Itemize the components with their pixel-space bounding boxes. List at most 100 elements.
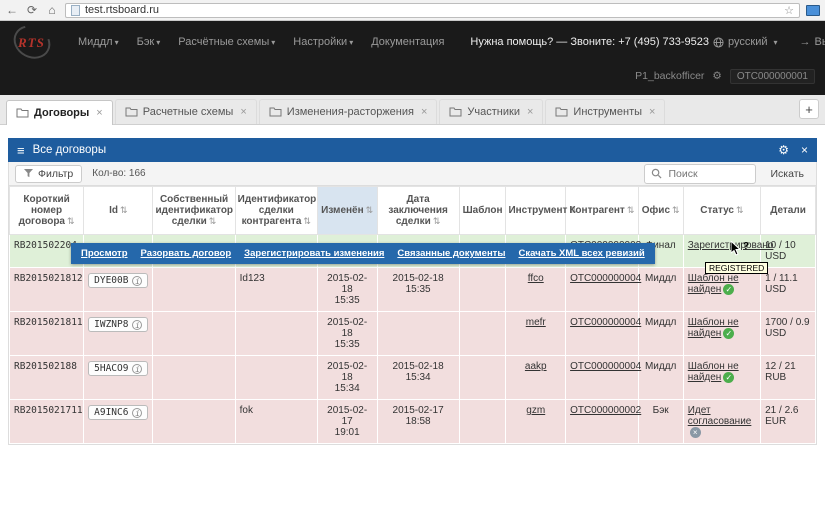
tab-settlement-schemes[interactable]: Расчетные схемы ×: [114, 99, 257, 124]
cell-details[interactable]: 21 / 2.6 EUR: [760, 398, 816, 445]
cell-details[interactable]: 10 / 10 USD: [760, 234, 816, 268]
close-icon[interactable]: ×: [527, 106, 533, 118]
nav-middle[interactable]: Миддл ▾: [70, 32, 127, 52]
sort-icon[interactable]: ⇅: [736, 206, 744, 216]
col-header-instrument[interactable]: Инструмент⇅: [505, 186, 577, 235]
ctx-download-xml[interactable]: Скачать XML всех ревизий: [518, 248, 644, 259]
cell-id[interactable]: IWZNP8 i: [83, 311, 154, 356]
sort-icon[interactable]: ⇅: [433, 217, 441, 227]
info-icon[interactable]: i: [132, 275, 143, 286]
col-header-short-number[interactable]: Короткий номер договора ⇅: [8, 186, 85, 235]
cell-details[interactable]: 1700 / 0.9 USD: [760, 311, 816, 356]
cell-details[interactable]: 12 / 21 RUB: [760, 355, 816, 400]
cell-short-number[interactable]: RB2015021812: [8, 267, 85, 312]
nav-settings[interactable]: Настройки ▾: [285, 32, 361, 52]
cell-counterparty[interactable]: OTC000000002: [565, 398, 641, 445]
sort-icon[interactable]: ⇅: [303, 217, 311, 227]
ctx-terminate-contract[interactable]: Разорвать договор: [141, 248, 232, 259]
col-header-template[interactable]: Шаблон: [458, 186, 507, 235]
cell-status[interactable]: Шаблон не найден ✓: [682, 355, 762, 400]
sort-icon[interactable]: ⇅: [672, 206, 680, 216]
display-icon[interactable]: [806, 4, 820, 16]
nav-settlement-schemes[interactable]: Расчётные схемы ▾: [170, 32, 283, 52]
tab-instruments[interactable]: Инструменты ×: [545, 99, 666, 124]
status-ok-icon: ✓: [723, 328, 735, 339]
col-header-counterparty[interactable]: Контрагент ⇅: [565, 186, 639, 235]
sort-icon[interactable]: ⇅: [120, 206, 128, 216]
funnel-icon: [24, 169, 33, 178]
cell-counterparty[interactable]: OTC000000004: [565, 311, 641, 356]
home-icon[interactable]: ⌂: [45, 3, 59, 17]
mouse-cursor: ?: [731, 241, 749, 256]
cell-id[interactable]: 5HACO9 i: [83, 355, 154, 400]
close-icon[interactable]: ×: [240, 106, 246, 118]
col-header-status[interactable]: Статус ⇅: [682, 186, 762, 235]
sort-icon[interactable]: ⇅: [209, 217, 217, 227]
cell-instrument[interactable]: gzm: [505, 398, 567, 445]
panel-gear-icon[interactable]: ⚙: [778, 143, 789, 157]
tab-participants[interactable]: Участники ×: [439, 99, 544, 124]
cell-details[interactable]: 1 / 11.1 USD: [760, 267, 816, 312]
cell-changed: 2015-02-18 15:34: [316, 355, 378, 400]
language-selector[interactable]: русский ▾: [711, 32, 780, 52]
table-row[interactable]: RB201502188 5HACO9 i 2015-02-18 15:34 201…: [8, 355, 816, 400]
ctx-view[interactable]: Просмотр: [81, 248, 128, 259]
col-header-office[interactable]: Офис ⇅: [637, 186, 684, 235]
ctx-register-changes[interactable]: Зарегистрировать изменения: [244, 248, 384, 259]
back-icon[interactable]: ←: [5, 3, 19, 17]
menu-icon[interactable]: ≡: [17, 144, 25, 157]
cell-status[interactable]: Идет согласование×: [682, 398, 762, 445]
cell-instrument[interactable]: mefr: [505, 311, 567, 356]
close-icon[interactable]: ×: [96, 107, 102, 119]
col-header-id[interactable]: Id ⇅: [83, 186, 154, 235]
rts-logo[interactable]: RTS: [7, 18, 57, 66]
cell-counterparty[interactable]: OTC000000004: [565, 355, 641, 400]
col-header-own-deal-id[interactable]: Собственный идентификатор сделки ⇅: [152, 186, 236, 235]
bookmark-star-icon[interactable]: ☆: [784, 4, 794, 17]
close-icon[interactable]: ×: [649, 106, 655, 118]
cell-status[interactable]: Шаблон не найден ✓: [682, 311, 762, 356]
info-icon[interactable]: i: [132, 319, 143, 330]
info-icon[interactable]: i: [132, 407, 143, 418]
table-row[interactable]: RB2015021811 IWZNP8 i 2015-02-18 15:35 me…: [8, 311, 816, 356]
table-row[interactable]: RB2015021711 A9INC6 i fok 2015-02-17 19:0…: [8, 398, 816, 445]
cell-short-number[interactable]: RB201502188: [8, 355, 85, 400]
cell-id[interactable]: DYE00B i: [83, 267, 154, 312]
add-tab-button[interactable]: +: [799, 99, 819, 119]
url-bar[interactable]: test.rtsboard.ru ☆: [65, 2, 800, 18]
cell-instrument[interactable]: ffco: [505, 267, 567, 312]
tab-contracts[interactable]: Договоры ×: [6, 100, 113, 125]
table-row[interactable]: RB2015021812 DYE00B i Id123 2015-02-18 15…: [8, 267, 816, 312]
search-box[interactable]: [644, 163, 757, 184]
tab-amendments[interactable]: Изменения-расторжения ×: [258, 99, 438, 124]
reload-icon[interactable]: ⟳: [25, 3, 39, 17]
contracts-table: Короткий номер договора ⇅ Id ⇅ Собственный…: [8, 186, 816, 445]
sort-icon[interactable]: ⇅: [627, 206, 635, 216]
filter-button[interactable]: Фильтр: [15, 164, 83, 183]
cell-short-number[interactable]: RB2015021811: [8, 311, 85, 356]
ctx-related-documents[interactable]: Связанные документы: [397, 248, 505, 259]
info-icon[interactable]: i: [132, 363, 143, 374]
close-icon[interactable]: ×: [421, 106, 427, 118]
sort-icon[interactable]: ⇅: [366, 206, 374, 216]
panel-close-icon[interactable]: ×: [801, 143, 808, 157]
cell-counterparty[interactable]: OTC000000004: [565, 267, 641, 312]
col-header-changed[interactable]: Изменён ⇅: [316, 186, 378, 235]
gear-icon[interactable]: ⚙: [712, 70, 721, 82]
cell-status[interactable]: Шаблон не найден ✓: [682, 267, 762, 312]
col-header-details[interactable]: Детали: [760, 186, 816, 235]
account-id-badge[interactable]: OTC000000001: [729, 68, 815, 84]
search-button[interactable]: Искать: [764, 167, 810, 181]
cell-instrument[interactable]: aakp: [505, 355, 567, 400]
nav-back[interactable]: Бэк ▾: [129, 32, 169, 52]
sort-icon[interactable]: ⇅: [67, 217, 75, 227]
user-name[interactable]: P1_backofficer: [635, 70, 704, 82]
col-header-deal-date[interactable]: Дата заключения сделки ⇅: [376, 186, 460, 235]
url-text[interactable]: test.rtsboard.ru: [85, 4, 779, 16]
logout-button[interactable]: → Выйти: [798, 32, 825, 52]
search-input[interactable]: [666, 166, 747, 181]
cell-short-number[interactable]: RB2015021711: [8, 398, 85, 445]
nav-documentation[interactable]: Документация: [363, 32, 452, 52]
col-header-cp-deal-id[interactable]: Идентификатор сделки контрагента ⇅: [234, 186, 318, 235]
cell-id[interactable]: A9INC6 i: [83, 398, 154, 445]
